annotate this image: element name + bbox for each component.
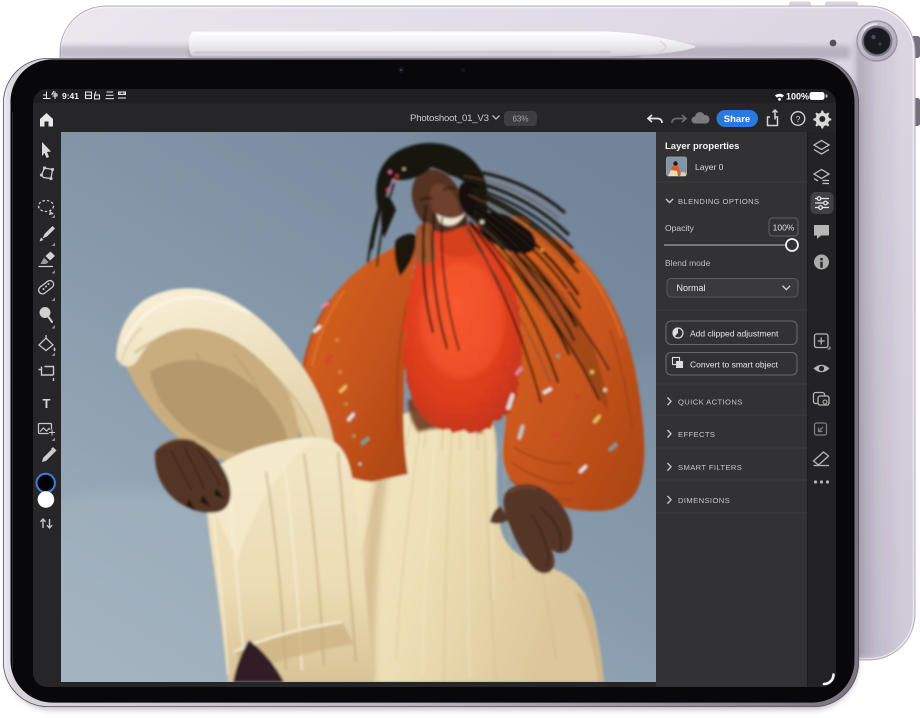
- svg-text:100%: 100%: [773, 223, 795, 233]
- svg-text:Photoshoot_01_V3: Photoshoot_01_V3: [410, 113, 489, 124]
- svg-text:DIMENSIONS: DIMENSIONS: [678, 496, 730, 505]
- svg-text:63%: 63%: [512, 115, 528, 124]
- svg-text:SMART FILTERS: SMART FILTERS: [678, 463, 742, 472]
- svg-text:100%: 100%: [786, 92, 809, 102]
- svg-text:BLENDING OPTIONS: BLENDING OPTIONS: [678, 197, 760, 206]
- svg-text:Add clipped adjustment: Add clipped adjustment: [690, 329, 779, 339]
- svg-text:Blend mode: Blend mode: [665, 258, 711, 268]
- svg-text:T: T: [43, 396, 51, 411]
- svg-text:Normal: Normal: [677, 283, 706, 293]
- svg-text:Opacity: Opacity: [665, 223, 695, 233]
- svg-text:Layer properties: Layer properties: [665, 141, 739, 152]
- svg-text:Share: Share: [724, 114, 750, 125]
- svg-text:?: ?: [796, 114, 801, 124]
- svg-text:Convert to smart object: Convert to smart object: [690, 360, 779, 370]
- svg-text:QUICK ACTIONS: QUICK ACTIONS: [678, 398, 743, 407]
- svg-text:EFFECTS: EFFECTS: [678, 430, 715, 439]
- svg-text:9:41: 9:41: [62, 91, 79, 101]
- svg-text:Layer 0: Layer 0: [695, 162, 724, 172]
